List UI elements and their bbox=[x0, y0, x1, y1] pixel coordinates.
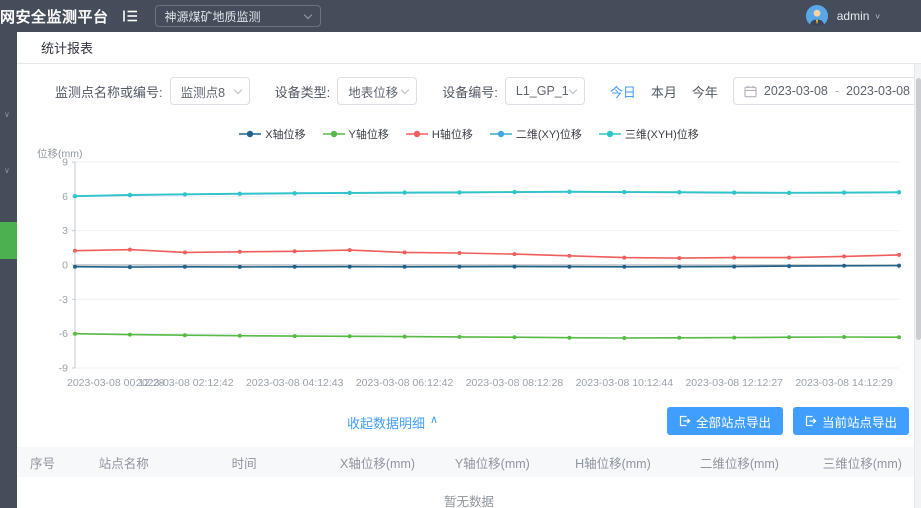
legend-marker-icon bbox=[599, 130, 621, 138]
device-type-select[interactable]: 地表位移 bbox=[337, 77, 417, 105]
svg-text:0: 0 bbox=[62, 260, 68, 272]
date-range-picker[interactable]: 2023-03-08 - 2023-03-08 bbox=[733, 77, 921, 105]
filter-bar: 监测点名称或编号: 监测点8 设备类型: 地表位移 设备编号: L1_GP_1 … bbox=[17, 77, 921, 105]
tab-bar: 统计报表 bbox=[17, 32, 921, 64]
chevron-down-icon bbox=[569, 85, 577, 93]
date-end: 2023-03-08 bbox=[846, 84, 910, 98]
chevron-down-icon bbox=[401, 85, 409, 93]
station-label: 监测点名称或编号: bbox=[55, 82, 163, 101]
table-header-cell: 二维位移(mm) bbox=[687, 453, 810, 472]
svg-text:2023-03-08 04:12:43: 2023-03-08 04:12:43 bbox=[246, 377, 344, 389]
sidebar-active-item[interactable] bbox=[0, 222, 17, 259]
table-header-cell: Y轴位移(mm) bbox=[442, 453, 562, 472]
device-no-label: 设备编号: bbox=[442, 82, 498, 101]
svg-text:-9: -9 bbox=[59, 363, 68, 375]
quick-range-year[interactable]: 今年 bbox=[692, 82, 718, 101]
export-icon bbox=[679, 415, 691, 427]
svg-text:2023-03-08 10:12:44: 2023-03-08 10:12:44 bbox=[576, 377, 674, 389]
svg-text:2023-03-08 14:12:29: 2023-03-08 14:12:29 bbox=[795, 377, 893, 389]
user-menu[interactable]: admin ∨ bbox=[837, 9, 881, 23]
station-select-value: 监测点8 bbox=[181, 82, 225, 101]
scrollbar-thumb[interactable] bbox=[916, 78, 921, 340]
device-type-value: 地表位移 bbox=[348, 82, 398, 101]
svg-text:-3: -3 bbox=[59, 294, 68, 306]
data-detail-table: 序号站点名称时间X轴位移(mm)Y轴位移(mm)H轴位移(mm)二维位移(mm)… bbox=[17, 447, 921, 508]
legend-marker-icon bbox=[323, 130, 345, 138]
chart-legend: X轴位移 Y轴位移 H轴位移 二维(XY)位移 三维(XYH)位移 bbox=[17, 126, 921, 142]
displacement-line-chart: -9-6-303692023-03-08 00:12:282023-03-08 … bbox=[29, 146, 913, 394]
collapsed-sidebar: ∨ ∨ bbox=[0, 32, 17, 508]
sidebar-chevron-icon[interactable]: ∨ bbox=[4, 110, 10, 119]
svg-text:2023-03-08 06:12:42: 2023-03-08 06:12:42 bbox=[356, 377, 454, 389]
export-all-label: 全部站点导出 bbox=[696, 412, 771, 431]
sidebar-chevron-icon[interactable]: ∨ bbox=[4, 166, 10, 175]
legend-label: H轴位移 bbox=[432, 126, 473, 142]
collapse-detail-link[interactable]: 收起数据明细 ∧ bbox=[347, 413, 438, 432]
legend-label: Y轴位移 bbox=[349, 126, 389, 142]
legend-marker-icon bbox=[490, 130, 512, 138]
table-header-cell: 三维位移(mm) bbox=[810, 453, 921, 472]
legend-item[interactable]: Y轴位移 bbox=[323, 126, 389, 142]
legend-label: 三维(XYH)位移 bbox=[625, 126, 699, 142]
quick-range-today[interactable]: 今日 bbox=[610, 82, 636, 101]
calendar-icon bbox=[744, 85, 757, 98]
legend-item[interactable]: X轴位移 bbox=[239, 126, 305, 142]
chart-area: -9-6-303692023-03-08 00:12:282023-03-08 … bbox=[17, 146, 921, 399]
svg-text:-6: -6 bbox=[59, 328, 68, 340]
svg-text:2023-03-08 12:12:27: 2023-03-08 12:12:27 bbox=[685, 377, 783, 389]
table-header-cell: X轴位移(mm) bbox=[327, 453, 442, 472]
legend-marker-icon bbox=[406, 130, 428, 138]
table-header-cell: 序号 bbox=[17, 453, 86, 472]
svg-text:2023-03-08 08:12:28: 2023-03-08 08:12:28 bbox=[466, 377, 564, 389]
menu-fold-icon[interactable] bbox=[122, 9, 138, 23]
station-select[interactable]: 监测点8 bbox=[170, 77, 250, 105]
top-bar: 网安全监测平台 神源煤矿地质监测 admin ∨ bbox=[0, 0, 921, 32]
table-empty-text: 暂无数据 bbox=[17, 477, 921, 508]
user-avatar[interactable] bbox=[806, 5, 828, 27]
device-no-select[interactable]: L1_GP_1 bbox=[505, 77, 585, 105]
legend-label: X轴位移 bbox=[265, 126, 305, 142]
export-current-label: 当前站点导出 bbox=[822, 412, 897, 431]
svg-text:6: 6 bbox=[62, 191, 68, 203]
quick-range-month[interactable]: 本月 bbox=[651, 82, 677, 101]
date-separator: - bbox=[835, 84, 839, 98]
legend-item[interactable]: 三维(XYH)位移 bbox=[599, 126, 699, 142]
vertical-scrollbar[interactable] bbox=[914, 64, 921, 508]
table-header-cell: 站点名称 bbox=[86, 453, 219, 472]
chevron-down-icon bbox=[303, 10, 311, 18]
device-type-label: 设备类型: bbox=[275, 82, 331, 101]
export-icon bbox=[805, 415, 817, 427]
chevron-down-icon: ∨ bbox=[874, 12, 881, 21]
export-current-station-button[interactable]: 当前站点导出 bbox=[793, 407, 909, 435]
svg-text:位移(mm): 位移(mm) bbox=[37, 147, 83, 160]
user-name: admin bbox=[837, 9, 870, 23]
device-no-value: L1_GP_1 bbox=[516, 84, 569, 98]
date-start: 2023-03-08 bbox=[764, 84, 828, 98]
actions-row: 收起数据明细 ∧ 全部站点导出 bbox=[17, 405, 921, 437]
collapse-detail-label: 收起数据明细 bbox=[347, 413, 425, 432]
legend-item[interactable]: H轴位移 bbox=[406, 126, 473, 142]
mine-select[interactable]: 神源煤矿地质监测 bbox=[155, 5, 321, 27]
table-header-row: 序号站点名称时间X轴位移(mm)Y轴位移(mm)H轴位移(mm)二维位移(mm)… bbox=[17, 447, 921, 477]
svg-text:3: 3 bbox=[62, 225, 68, 237]
mine-select-value: 神源煤矿地质监测 bbox=[165, 8, 261, 25]
platform-title: 网安全监测平台 bbox=[0, 6, 109, 27]
legend-item[interactable]: 二维(XY)位移 bbox=[490, 126, 582, 142]
table-header-cell: H轴位移(mm) bbox=[562, 453, 687, 472]
svg-text:2023-03-08 02:12:42: 2023-03-08 02:12:42 bbox=[136, 377, 234, 389]
tab-statistics-report[interactable]: 统计报表 bbox=[41, 38, 93, 57]
main-panel: 统计报表 监测点名称或编号: 监测点8 设备类型: 地表位移 设备编号: L1_… bbox=[17, 32, 921, 508]
caret-up-icon: ∧ bbox=[430, 413, 438, 432]
legend-marker-icon bbox=[239, 130, 261, 138]
export-all-stations-button[interactable]: 全部站点导出 bbox=[667, 407, 783, 435]
legend-label: 二维(XY)位移 bbox=[516, 126, 582, 142]
table-header-cell: 时间 bbox=[219, 453, 327, 472]
chevron-down-icon bbox=[233, 85, 241, 93]
